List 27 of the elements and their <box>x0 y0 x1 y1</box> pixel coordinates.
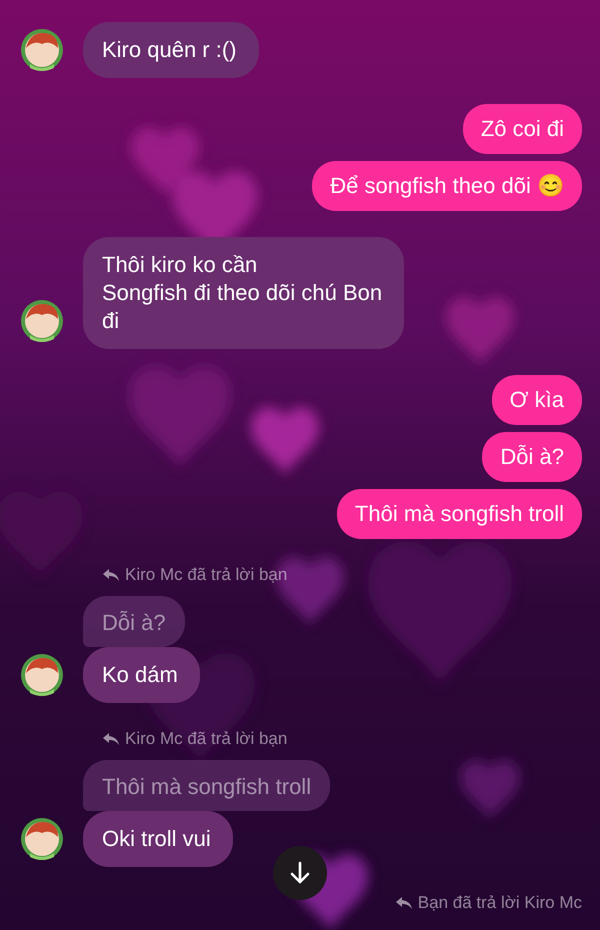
avatar-icon[interactable] <box>20 28 64 72</box>
reply-note-text: Kiro Mc đã trả lời bạn <box>125 565 288 585</box>
heart-drawing <box>446 297 514 365</box>
quoted-message[interactable]: Thôi mà songfish troll <box>83 760 330 811</box>
reply-note-text: Bạn đã trả lời Kiro Mc <box>418 893 582 913</box>
sent-message[interactable]: Dỗi à? <box>482 432 582 482</box>
avatar-icon[interactable] <box>20 817 64 861</box>
sent-message[interactable]: Zô coi đi <box>462 104 582 154</box>
reply-icon <box>103 732 119 746</box>
avatar-icon[interactable] <box>20 653 64 697</box>
down-arrow-icon <box>289 861 311 885</box>
reply-icon <box>396 896 412 910</box>
sent-message[interactable]: Thôi mà songfish troll <box>336 489 582 539</box>
received-message[interactable]: Thôi kiro ko cần Songfish đi theo dõi chú Bon đi <box>83 237 404 349</box>
heart-drawing <box>251 407 319 475</box>
received-message[interactable]: Oki troll vui <box>83 811 233 867</box>
reply-icon <box>103 568 119 582</box>
reply-note-text: Kiro Mc đã trả lời bạn <box>125 729 288 749</box>
received-message[interactable]: Kiro quên r :() <box>83 22 258 78</box>
sent-message[interactable]: Ơ kìa <box>492 375 582 425</box>
scroll-down-button[interactable] <box>273 846 327 900</box>
quoted-message[interactable]: Dỗi à? <box>83 596 185 647</box>
heart-drawing <box>460 760 520 820</box>
avatar-icon[interactable] <box>20 299 64 343</box>
sent-message[interactable]: Để songfish theo dõi 😊 <box>312 161 582 211</box>
heart-drawing <box>131 127 199 195</box>
received-message[interactable]: Ko dám <box>83 647 200 703</box>
